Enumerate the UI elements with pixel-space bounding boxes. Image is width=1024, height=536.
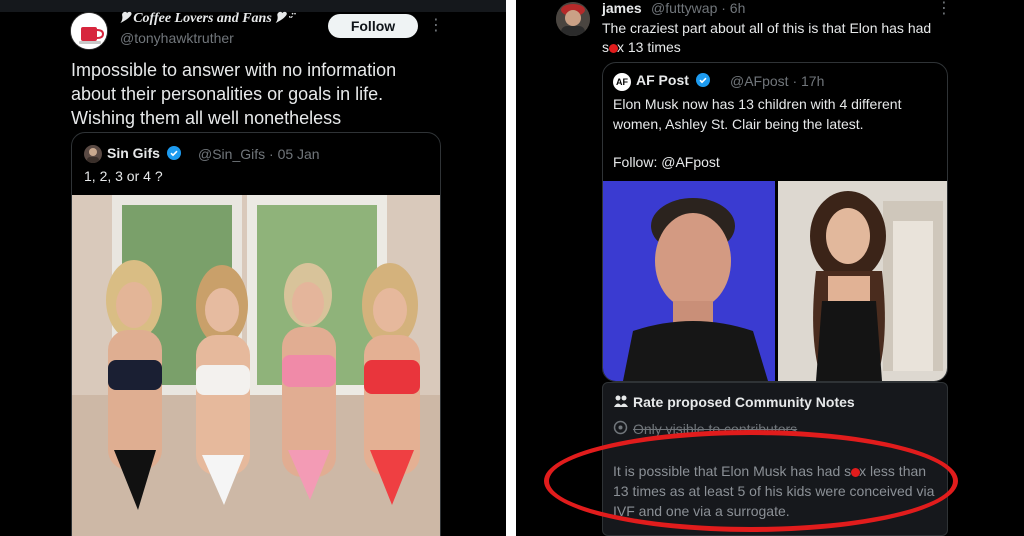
verified-badge-icon bbox=[695, 73, 710, 87]
group-photo[interactable] bbox=[72, 195, 441, 536]
quoted-author-name-text: Sin Gifs bbox=[107, 145, 160, 161]
left-tweet-panel: 🎔 Coffee Lovers and Fans 🎔 ᵕ̈ @tonyhawkt… bbox=[0, 0, 506, 536]
community-notes-panel[interactable]: Rate proposed Community Notes Only visib… bbox=[602, 382, 948, 536]
user-avatar[interactable] bbox=[556, 2, 590, 36]
visibility-label: Only visible to contributors bbox=[633, 421, 798, 437]
quoted-author-name[interactable]: AF Post bbox=[636, 72, 710, 88]
man-portrait-photo[interactable] bbox=[603, 181, 775, 381]
af-post-logo[interactable]: AF bbox=[613, 73, 631, 91]
more-options-icon[interactable]: ⋮ bbox=[428, 15, 444, 35]
quoted-author-avatar[interactable] bbox=[84, 145, 102, 163]
more-options-icon[interactable]: ⋮ bbox=[936, 0, 952, 18]
tweet-text: The craziest part about all of this is t… bbox=[602, 19, 942, 57]
quoted-author-name-text: AF Post bbox=[636, 72, 689, 88]
people-icon bbox=[614, 395, 628, 407]
person-icon bbox=[87, 148, 99, 163]
community-note-text: It is possible that Elon Musk has had sx… bbox=[613, 461, 943, 521]
quoted-handle-time: @AFpost · 17h bbox=[730, 73, 825, 89]
community-notes-title[interactable]: Rate proposed Community Notes bbox=[633, 394, 855, 410]
quoted-tweet-text: Elon Musk now has 13 children with 4 dif… bbox=[613, 96, 902, 132]
user-avatar[interactable] bbox=[70, 12, 108, 50]
author-handle[interactable]: @tonyhawktruther bbox=[120, 30, 234, 46]
quoted-follow-line: Follow: @AFpost bbox=[613, 154, 720, 170]
quoted-tweet-text: 1, 2, 3 or 4 ? bbox=[84, 168, 163, 184]
tweet-text: Impossible to answer with no information… bbox=[71, 60, 397, 128]
note-text-part1: It is possible that Elon Musk has had s bbox=[613, 463, 852, 479]
censor-dot bbox=[609, 44, 618, 53]
eye-icon bbox=[613, 420, 628, 435]
author-name[interactable]: james bbox=[602, 0, 642, 16]
coffee-cup-icon bbox=[71, 13, 107, 49]
person-icon bbox=[556, 2, 590, 36]
quoted-tweet[interactable]: AF AF Post @AFpost · 17h Elon Musk now h… bbox=[602, 62, 948, 382]
quoted-tweet[interactable]: Sin Gifs @Sin_Gifs · 05 Jan 1, 2, 3 or 4… bbox=[71, 132, 441, 536]
woman-portrait-photo[interactable] bbox=[778, 181, 948, 381]
verified-badge-icon bbox=[166, 146, 181, 160]
tweet-text-part2: x 13 times bbox=[617, 39, 681, 55]
quoted-author-name[interactable]: Sin Gifs bbox=[107, 145, 181, 161]
right-tweet-panel: james @futtywap · 6h ⋮ The craziest part… bbox=[516, 0, 1024, 536]
author-handle-time[interactable]: @futtywap · 6h bbox=[651, 0, 745, 16]
follow-button[interactable]: Follow bbox=[328, 14, 418, 38]
author-name[interactable]: 🎔 Coffee Lovers and Fans 🎔 ᵕ̈ bbox=[120, 11, 293, 27]
quoted-handle-date: @Sin_Gifs · 05 Jan bbox=[198, 146, 320, 162]
